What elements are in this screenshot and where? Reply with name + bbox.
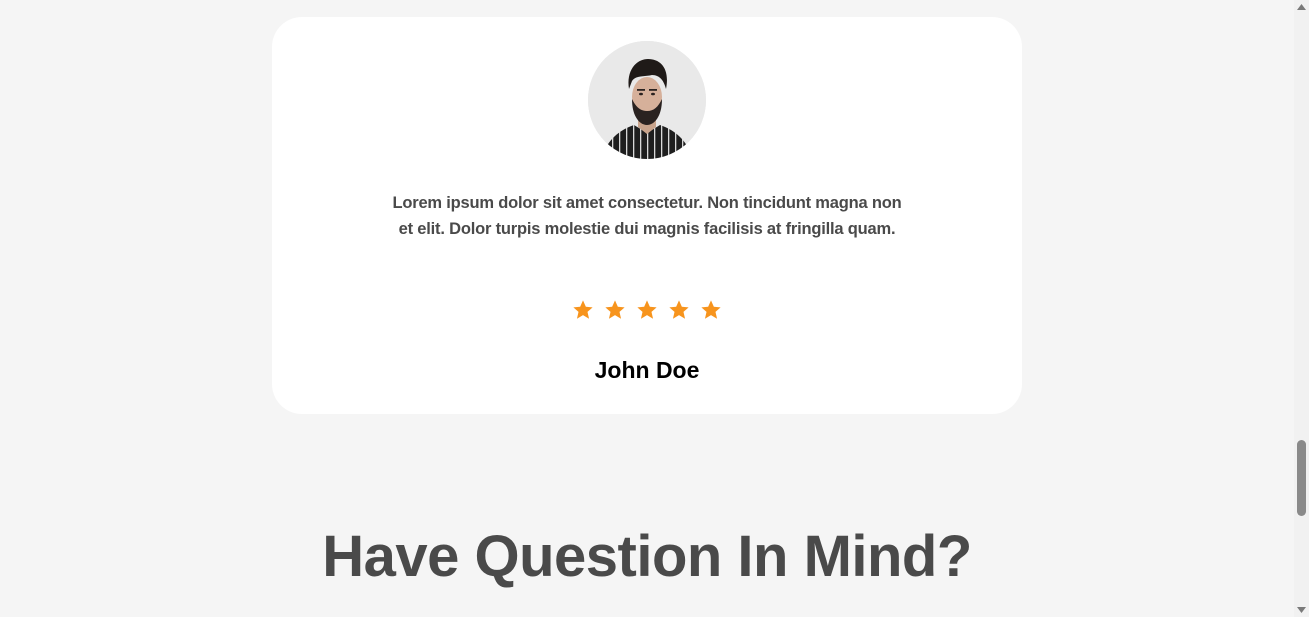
star-icon	[669, 300, 689, 319]
star-icon	[573, 300, 593, 319]
reviewer-name: John Doe	[594, 357, 700, 383]
section-heading: Have Question In Mind?	[322, 524, 972, 589]
scroll-up-button[interactable]	[1294, 0, 1309, 14]
arrow-down-icon	[1297, 607, 1306, 613]
vertical-scrollbar[interactable]	[1294, 0, 1309, 617]
page: Lorem ipsum dolor sit amet consectetur. …	[0, 0, 1294, 617]
star-icon	[605, 300, 625, 319]
arrow-up-icon	[1297, 4, 1306, 10]
star-icon	[701, 300, 721, 319]
person-photo	[588, 41, 706, 159]
avatar	[588, 41, 706, 159]
star-rating	[272, 299, 1022, 321]
scroll-down-button[interactable]	[1294, 603, 1309, 617]
testimonial-quote: Lorem ipsum dolor sit amet consectetur. …	[392, 194, 902, 238]
scroll-thumb[interactable]	[1297, 440, 1306, 516]
testimonial-card: Lorem ipsum dolor sit amet consectetur. …	[272, 17, 1022, 414]
star-icon	[637, 300, 657, 319]
